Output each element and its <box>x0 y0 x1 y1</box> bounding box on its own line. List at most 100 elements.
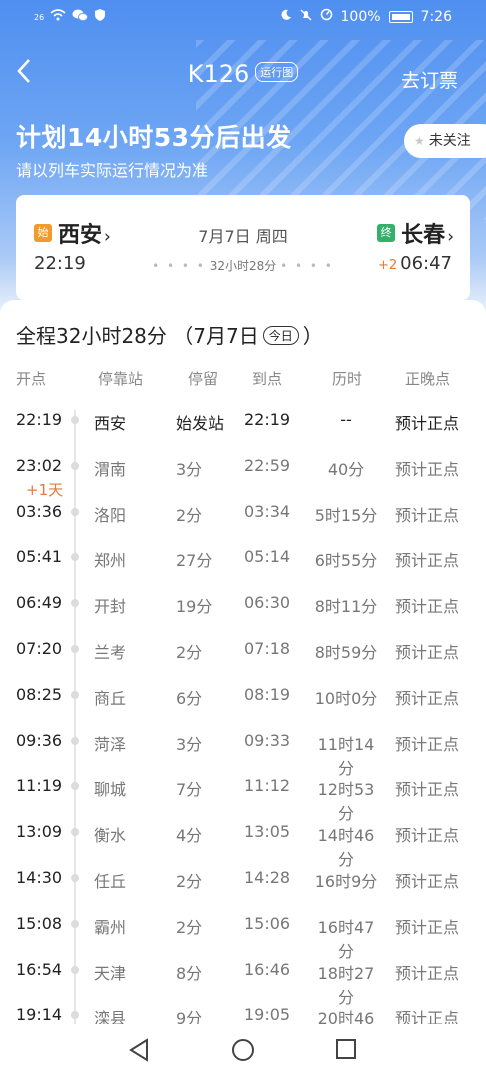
route-card: 始西安 › 7月7日 周四 终长春 › 22:19 • • • • 32小时28分 … <box>16 195 470 300</box>
status-bar: 26 100% 7:26 <box>0 0 486 34</box>
departure-cell: 11:19 <box>16 776 63 795</box>
stop-duration-cell: 2分 <box>176 643 203 662</box>
stop-duration-cell: 4分 <box>176 826 203 845</box>
departure-cell: 06:49 <box>16 593 63 612</box>
day-offset: +2 <box>377 258 398 273</box>
departure-cell: 16:54 <box>16 960 63 979</box>
stop-duration-cell: 27分 <box>176 551 213 570</box>
wifi-icon <box>50 9 66 25</box>
station-cell: 菏泽 <box>94 735 127 754</box>
arrival-time: +2 06:47 <box>378 253 452 274</box>
elapsed-cell: 8时11分 <box>314 597 378 616</box>
departure-cell: 03:36 <box>16 502 63 521</box>
punctuality-cell: 预计正点 <box>395 826 460 845</box>
arrival-cell: 22:59 <box>244 456 291 475</box>
shield-icon <box>94 8 106 26</box>
stop-duration-cell: 2分 <box>176 872 203 891</box>
triangle-back-icon <box>129 1038 148 1062</box>
punctuality-cell: 预计正点 <box>395 643 460 662</box>
disclaimer-text: 请以列车实际运行情况为准 <box>16 161 209 180</box>
punctuality-cell: 预计正点 <box>395 414 460 433</box>
punctuality-cell: 预计正点 <box>395 460 460 479</box>
punctuality-cell: 预计正点 <box>395 689 460 708</box>
arrival-cell: 15:06 <box>244 914 291 933</box>
station-cell: 洛阳 <box>94 506 127 525</box>
arrival-cell: 16:46 <box>244 960 291 979</box>
timeline-dot <box>71 782 79 790</box>
elapsed-cell: 14时46分 <box>317 826 375 869</box>
terminal-badge: 终 <box>377 224 396 242</box>
timeline-dot <box>71 416 79 424</box>
elapsed-cell: 16时47分 <box>317 918 375 961</box>
arrival-cell: 19:05 <box>244 1005 291 1024</box>
elapsed-cell: 11时14分 <box>317 735 375 778</box>
elapsed-cell: 6时55分 <box>314 551 378 570</box>
stop-duration-cell: 2分 <box>176 918 203 937</box>
navigation-bar: K126 运行图 去订票 <box>0 52 486 102</box>
arrival-cell: 09:33 <box>244 731 291 750</box>
battery-icon <box>388 10 413 23</box>
timeline-line <box>74 410 76 1024</box>
dots-decoration: • • • • <box>280 259 334 273</box>
departure-cell: 08:25 <box>16 685 63 704</box>
system-navigation-bar <box>0 1024 486 1080</box>
timeline-dot <box>71 462 79 470</box>
elapsed-cell: -- <box>340 410 352 429</box>
elapsed-cell: 10时0分 <box>314 689 378 708</box>
signal-strength: 26 <box>34 12 45 22</box>
book-ticket-button[interactable]: 去订票 <box>401 66 458 93</box>
circle-home-icon <box>232 1039 254 1061</box>
home-nav-button[interactable] <box>231 1038 255 1066</box>
station-cell: 衡水 <box>94 826 127 845</box>
elapsed-cell: 40分 <box>327 460 365 479</box>
departure-cell: 13:09 <box>16 822 63 841</box>
header-arrival: 到点 <box>252 370 283 388</box>
duration-value: 32小时28分 <box>209 259 277 273</box>
punctuality-cell: 预计正点 <box>395 780 460 799</box>
timeline-dot <box>71 874 79 882</box>
station-cell: 开封 <box>94 597 127 616</box>
departure-cell: 09:36 <box>16 731 63 750</box>
station-cell: 西安 <box>94 414 127 433</box>
elapsed-cell: 20时46分 <box>317 1009 375 1024</box>
arrival-cell: 13:05 <box>244 822 291 841</box>
departure-cell: 23:02 <box>16 456 63 475</box>
recents-nav-button[interactable] <box>335 1038 357 1064</box>
square-recents-icon <box>336 1039 356 1059</box>
punctuality-cell: 预计正点 <box>395 506 460 525</box>
punctuality-cell: 预计正点 <box>395 872 460 891</box>
arrival-cell: 07:18 <box>244 639 291 658</box>
arrival-cell: 11:12 <box>244 776 291 795</box>
timeline-dot <box>71 737 79 745</box>
stop-duration-cell: 9分 <box>176 1009 203 1024</box>
today-badge: 今日 <box>262 326 299 345</box>
schedule-panel[interactable]: 全程32小时28分 （7月7日 今日） 开点 停靠站 停留 到点 历时 正晚点 2… <box>0 300 486 1024</box>
punctuality-cell: 预计正点 <box>395 918 460 937</box>
next-day-marker: +1天 <box>26 481 64 499</box>
terminal-station[interactable]: 终长春 › <box>377 217 454 249</box>
clock: 7:26 <box>420 8 452 25</box>
timeline-dot <box>71 599 79 607</box>
total-duration-text: 全程32小时28分 （7月7日 <box>16 324 259 348</box>
departure-cell: 19:14 <box>16 1005 63 1024</box>
header-stop: 停留 <box>188 370 219 388</box>
follow-button[interactable]: ★ 未关注 <box>404 124 486 158</box>
train-number: K126 <box>187 60 250 88</box>
wechat-icon <box>72 8 89 26</box>
back-nav-button[interactable] <box>128 1038 150 1066</box>
departure-countdown: 计划14小时53分后出发 <box>16 123 292 152</box>
departure-cell: 22:19 <box>16 410 63 429</box>
star-icon: ★ <box>414 134 425 148</box>
station-cell: 任丘 <box>94 872 127 891</box>
chevron-right-icon: › <box>447 227 454 247</box>
arrival-cell: 05:14 <box>244 547 291 566</box>
timeline-dot <box>71 966 79 974</box>
arrival-cell: 22:19 <box>244 410 291 429</box>
station-cell: 聊城 <box>94 780 127 799</box>
stop-duration-cell: 3分 <box>176 735 203 754</box>
run-chart-tag[interactable]: 运行图 <box>255 62 299 82</box>
terminal-name: 长春 <box>401 223 446 248</box>
total-duration: 全程32小时28分 （7月7日 今日） <box>16 320 323 349</box>
timeline-dot <box>71 691 79 699</box>
moon-icon <box>280 9 292 25</box>
